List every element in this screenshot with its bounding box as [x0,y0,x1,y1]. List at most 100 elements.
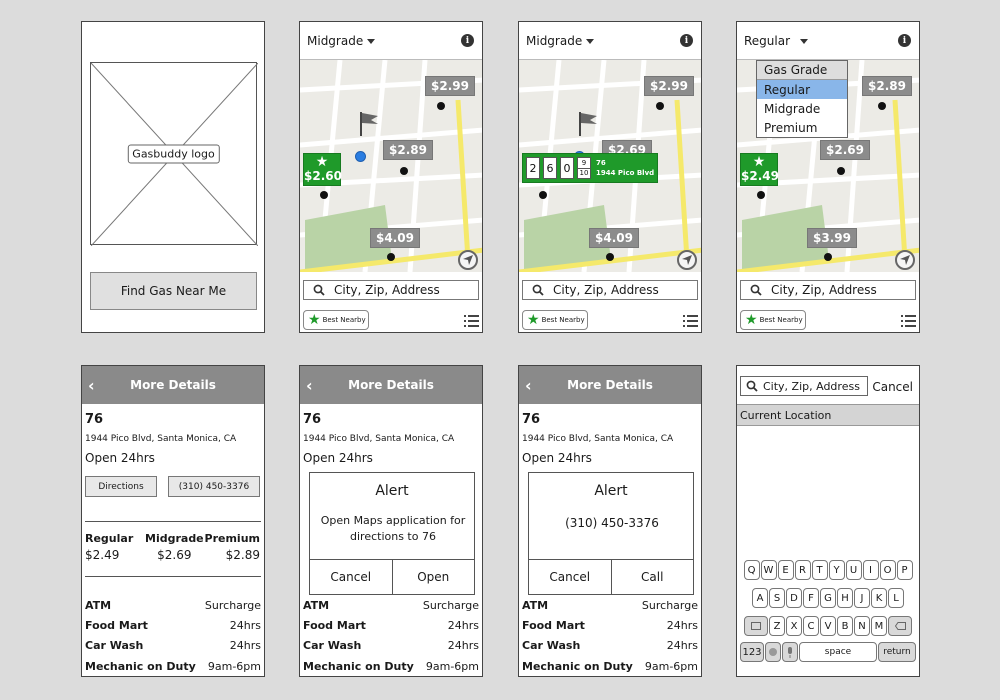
phone-button[interactable]: (310) 450-3376 [168,476,260,497]
current-location-row[interactable]: Current Location [737,404,919,426]
key[interactable]: Y [828,560,845,580]
list-icon[interactable] [464,315,479,327]
key[interactable]: Q [743,560,760,580]
callout-text: 76 1944 Pico Blvd [596,158,654,178]
key[interactable]: S [769,588,785,608]
info-icon[interactable]: i [680,34,693,47]
callout-address: 1944 Pico Blvd [596,169,655,177]
key[interactable]: Z [769,616,785,636]
grade-selector[interactable]: Regular [744,34,809,48]
key[interactable]: C [803,616,819,636]
station-address: 1944 Pico Blvd, Santa Monica, CA [522,434,674,444]
best-price-pin[interactable]: ★ $2.60 [303,153,342,186]
location-search-input[interactable]: City, Zip, Address [740,376,868,396]
key[interactable]: N [854,616,870,636]
amenity-name: Food Mart [85,619,148,632]
search-screen: City, Zip, Address Cancel Current Locati… [736,365,920,677]
alert-open-button[interactable]: Open [391,560,475,594]
key[interactable]: U [845,560,862,580]
grade-selector[interactable]: Midgrade [526,34,595,48]
key[interactable]: H [837,588,853,608]
grade-selector[interactable]: Midgrade [307,34,376,48]
station-callout[interactable]: 2 6 0 9 10 76 1944 Pico Blvd [522,153,659,183]
key[interactable]: X [786,616,802,636]
alert-call-button[interactable]: Call [610,560,694,594]
space-key[interactable]: space [799,642,877,662]
price-pin[interactable]: $3.99 [807,228,857,248]
shift-key-icon[interactable] [744,616,768,636]
key[interactable]: I [862,560,879,580]
microphone-icon[interactable] [782,642,798,662]
search-cancel-button[interactable]: Cancel [872,380,913,394]
pin-marker [606,253,614,261]
grade-price: $2.69 [157,548,192,562]
price-pin[interactable]: $2.89 [862,76,912,96]
search-icon [741,284,771,296]
best-nearby-button[interactable]: ★ Best Nearby [522,310,588,330]
key[interactable]: V [820,616,836,636]
dropdown-option-premium[interactable]: Premium [757,118,847,137]
key[interactable]: W [760,560,777,580]
key[interactable]: L [888,588,904,608]
best-price-pin[interactable]: ★ $2.49 [740,153,779,186]
best-nearby-button[interactable]: ★ Best Nearby [303,310,369,330]
info-icon[interactable]: i [461,34,474,47]
search-bar[interactable]: City, Zip, Address [303,280,479,300]
key[interactable]: F [803,588,819,608]
amenity-name: Mechanic on Duty [85,660,196,673]
navigation-icon[interactable] [895,250,915,270]
navigation-icon[interactable] [677,250,697,270]
alert-cancel-button[interactable]: Cancel [310,560,392,594]
navigation-icon[interactable] [458,250,478,270]
best-price-label: $2.49 [741,169,779,183]
amenity-value: 24hrs [447,619,479,632]
search-bar[interactable]: City, Zip, Address [522,280,698,300]
info-icon[interactable]: i [898,34,911,47]
key[interactable]: D [786,588,802,608]
map-view[interactable]: $2.99 $2.89 $4.09 ★ $2.60 [300,60,482,272]
dropdown-option-regular[interactable]: Regular [757,80,847,99]
key[interactable]: M [871,616,887,636]
key[interactable]: T [811,560,828,580]
price-pin[interactable]: $4.09 [370,228,420,248]
list-icon[interactable] [901,315,916,327]
key[interactable]: G [820,588,836,608]
keyboard-row-3: Z X C V B N M [737,616,919,636]
key[interactable]: R [794,560,811,580]
price-pin[interactable]: $2.99 [425,76,475,96]
map-view[interactable]: $2.99 $2.69 $4.09 2 6 0 9 10 76 1944 Pic… [519,60,701,272]
best-nearby-button[interactable]: ★ Best Nearby [740,310,806,330]
dropdown-option-midgrade[interactable]: Midgrade [757,99,847,118]
price-pin[interactable]: $2.89 [383,140,433,160]
globe-icon[interactable] [765,642,781,662]
back-chevron-icon[interactable]: ‹ [306,376,313,395]
find-gas-button[interactable]: Find Gas Near Me [90,272,257,310]
list-icon[interactable] [683,315,698,327]
key[interactable]: K [871,588,887,608]
alert-cancel-button[interactable]: Cancel [529,560,611,594]
numbers-key[interactable]: 123 [740,642,764,662]
price-pin[interactable]: $4.09 [589,228,639,248]
key[interactable]: E [777,560,794,580]
price-pin[interactable]: $2.99 [644,76,694,96]
key[interactable]: B [837,616,853,636]
return-key[interactable]: return [878,642,916,662]
key[interactable]: A [752,588,768,608]
grade-label: Midgrade [526,34,583,48]
back-chevron-icon[interactable]: ‹ [525,376,532,395]
back-chevron-icon[interactable]: ‹ [88,376,95,395]
price-fraction: 9 10 [577,157,591,179]
pin-marker [320,191,328,199]
key[interactable]: J [854,588,870,608]
station-name: 76 [85,412,104,427]
key[interactable]: O [879,560,896,580]
directions-button[interactable]: Directions [85,476,157,497]
search-bar[interactable]: City, Zip, Address [740,280,916,300]
logo-placeholder: Gasbuddy logo [90,62,258,246]
backspace-key-icon[interactable] [888,616,912,636]
key[interactable]: P [896,560,913,580]
search-icon [741,380,763,392]
amenity-name: Food Mart [522,619,585,632]
price-pin[interactable]: $2.69 [820,140,870,160]
amenity-value: 9am-6pm [425,660,479,673]
